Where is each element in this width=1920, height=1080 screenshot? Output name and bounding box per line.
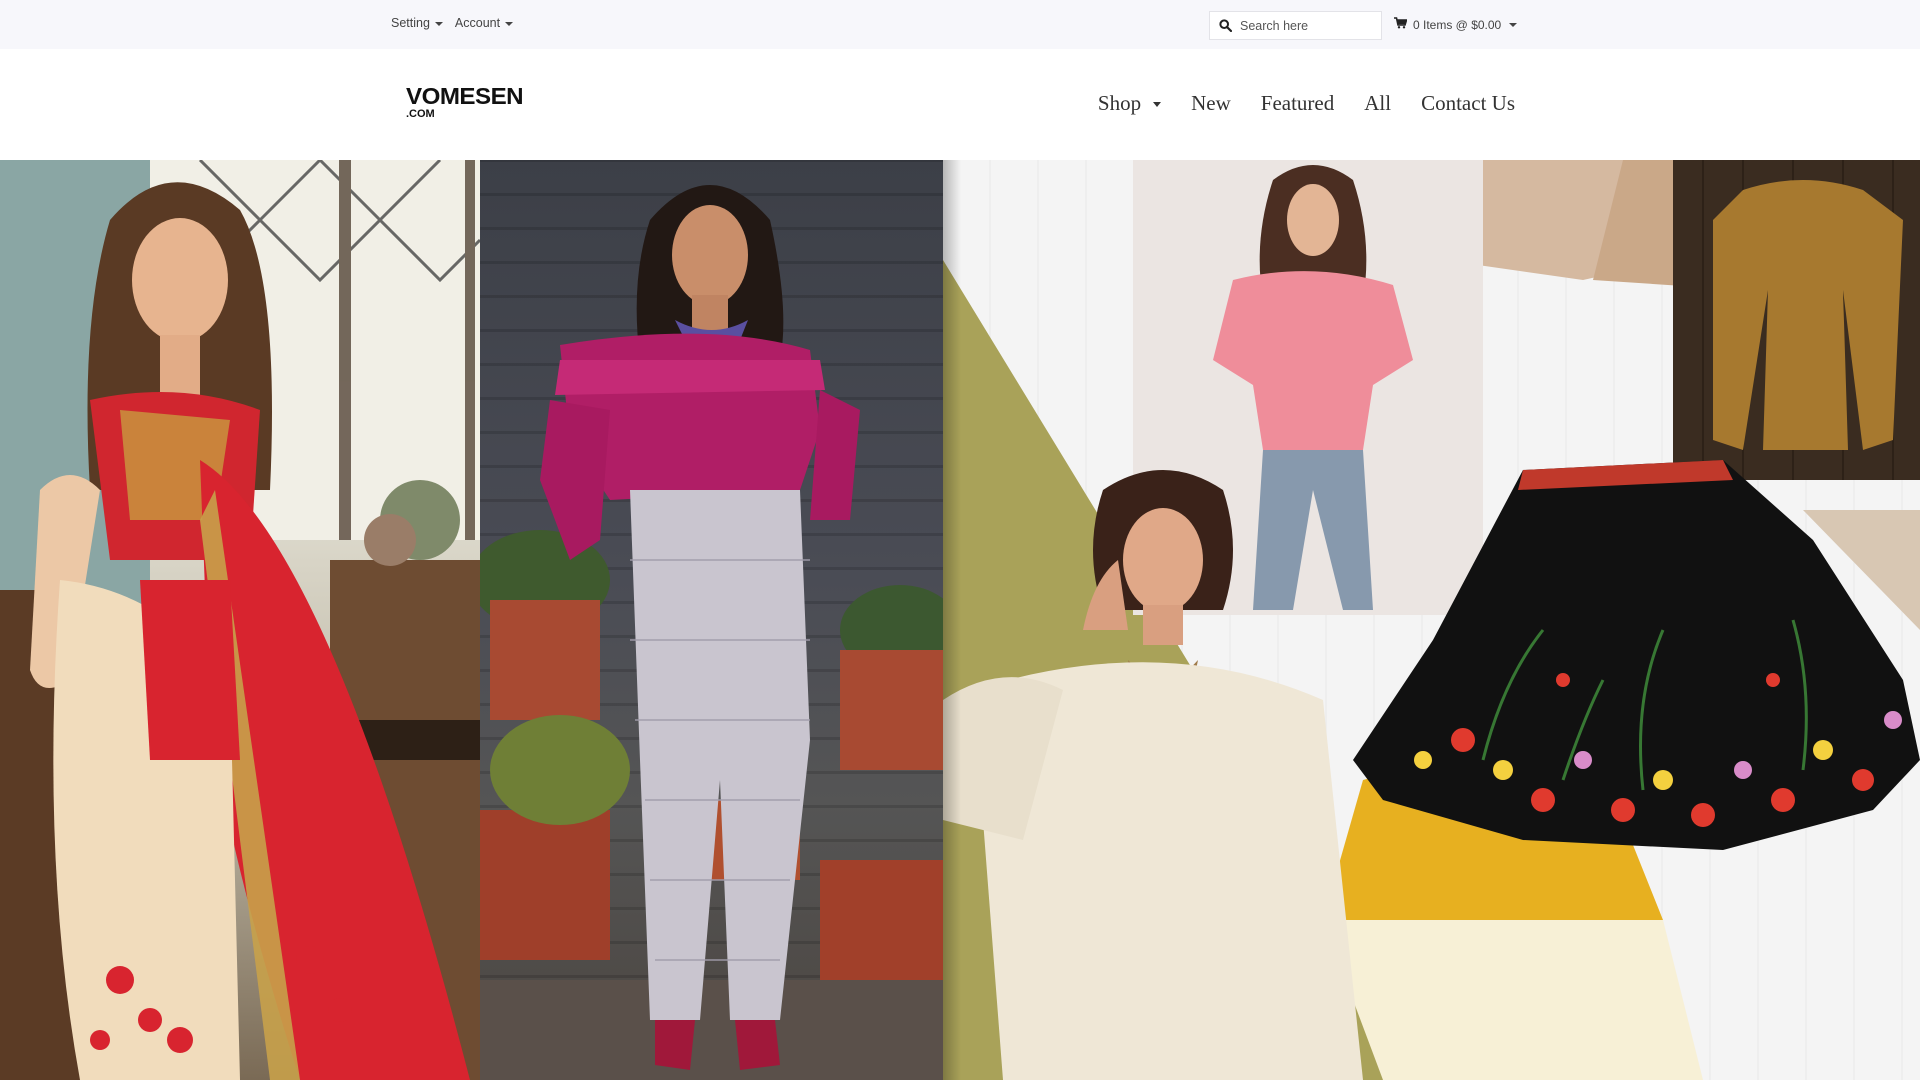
search-box [1209,11,1382,40]
hero-image-saree [0,160,480,1080]
caret-down-icon [505,21,514,26]
top-utility-bar: Setting Account 0 Items @ $0.00 [0,0,1920,49]
nav-featured-label: Featured [1260,91,1335,115]
nav-new-label: New [1191,91,1231,115]
account-label: Account [454,16,501,30]
caret-down-icon [434,21,443,26]
main-header: VOMESEN .COM Shop New Featured All Conta… [0,49,1920,160]
nav-all-label: All [1364,91,1392,115]
caret-down-icon [1509,23,1518,27]
site-logo[interactable]: VOMESEN .COM [406,85,524,121]
nav-contact-label: Contact Us [1421,91,1515,115]
account-dropdown[interactable]: Account [454,16,514,30]
cart-summary: 0 Items @ $0.00 [1413,17,1502,32]
hero-image-offshoulder-top [480,160,943,1080]
main-nav: Shop New Featured All Contact Us [1098,91,1515,116]
shopping-cart-icon [1394,17,1408,32]
nav-featured[interactable]: Featured [1261,91,1334,116]
mustard-shirt-photo [1673,160,1920,480]
hero-banner[interactable] [0,160,1920,1080]
nav-new[interactable]: New [1191,91,1231,116]
search-icon[interactable] [1210,12,1240,39]
nav-shop-label: Shop [1097,91,1142,115]
caret-down-icon [1153,101,1162,107]
utility-links: Setting Account [391,16,514,30]
logo-domain: .COM [406,108,435,120]
nav-all[interactable]: All [1364,91,1391,116]
nav-shop[interactable]: Shop [1097,91,1162,116]
cart-dropdown[interactable]: 0 Items @ $0.00 [1394,17,1518,32]
logo-brand: VOMESEN [406,83,524,109]
search-input[interactable] [1240,18,1380,33]
panel-divider-shadow [943,160,961,1080]
setting-dropdown[interactable]: Setting [391,16,443,30]
nav-contact-us[interactable]: Contact Us [1421,91,1515,116]
setting-label: Setting [391,16,430,30]
hero-image-collage [943,160,1920,1080]
